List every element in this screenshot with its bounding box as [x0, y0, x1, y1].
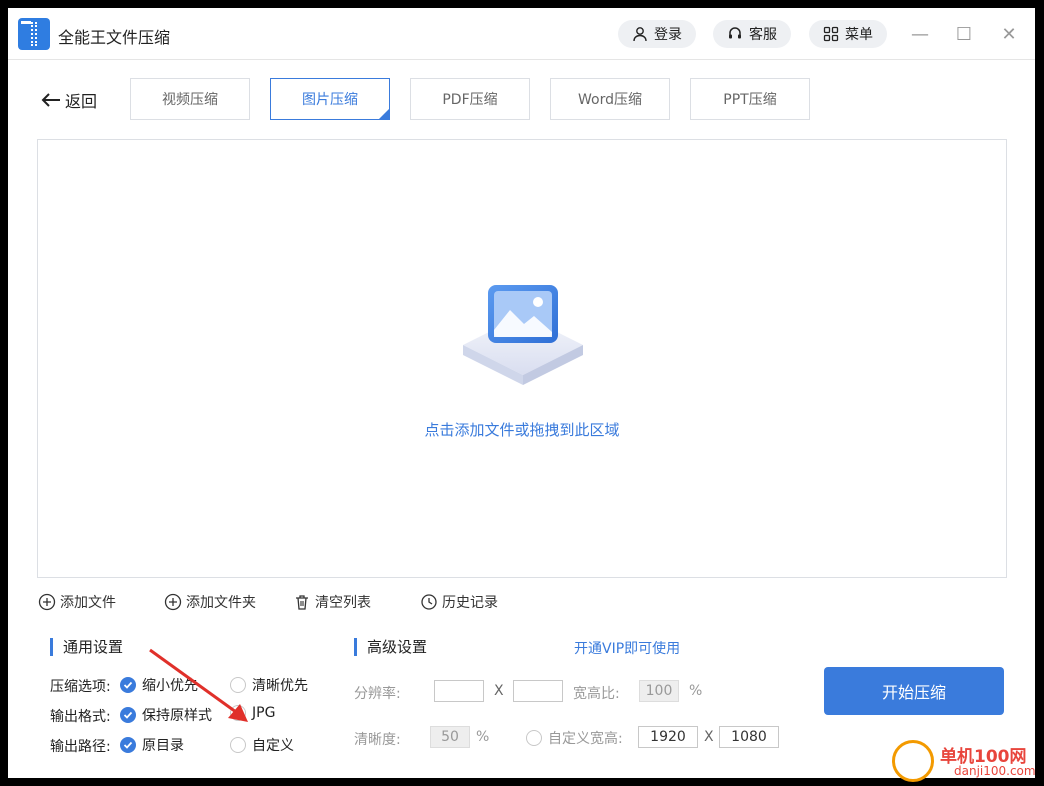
radio-icon	[230, 705, 246, 721]
general-settings-title: 通用设置	[50, 638, 123, 656]
history-button[interactable]: 历史记录	[420, 592, 498, 612]
radio-icon	[526, 730, 542, 746]
watermark-logo-icon	[892, 740, 934, 782]
support-label: 客服	[749, 27, 777, 43]
site-watermark: 单机100网 danji100.com	[892, 740, 1042, 784]
check-icon	[120, 737, 136, 753]
trash-icon	[296, 595, 308, 610]
plus-circle-icon	[164, 593, 182, 611]
compress-clarity-label: 清晰优先	[252, 678, 308, 694]
dropzone-hint: 点击添加文件或拖拽到此区域	[424, 421, 620, 439]
aspect-ratio-field[interactable]: 100	[639, 680, 679, 702]
file-dropzone[interactable]: 点击添加文件或拖拽到此区域	[37, 139, 1007, 578]
path-original-option[interactable]: 原目录	[120, 735, 184, 755]
compress-smaller-label: 缩小优先	[142, 678, 198, 694]
check-icon	[120, 707, 136, 723]
title-bar: 全能王文件压缩 登录 客服 菜单 — ☐ ✕	[8, 8, 1035, 60]
vip-link[interactable]: 开通VIP即可使用	[574, 638, 680, 658]
clarity-field[interactable]: 50	[430, 726, 470, 748]
grid-menu-icon	[823, 26, 839, 42]
add-file-label: 添加文件	[60, 595, 116, 611]
menu-label: 菜单	[845, 27, 873, 43]
path-custom-label: 自定义	[252, 738, 294, 754]
custom-size-label: 自定义宽高:	[548, 731, 623, 747]
start-compress-button[interactable]: 开始压缩	[824, 667, 1004, 715]
app-window: 全能王文件压缩 登录 客服 菜单 — ☐ ✕ 返回 视频压缩 图片压缩 PDF压…	[8, 8, 1035, 778]
custom-width-field[interactable]: 1920	[638, 726, 698, 748]
back-button[interactable]: 返回	[41, 88, 97, 112]
plus-circle-icon	[38, 593, 56, 611]
clear-list-button[interactable]: 清空列表	[293, 592, 371, 612]
output-path-label: 输出路径:	[50, 739, 111, 755]
path-custom-option[interactable]: 自定义	[230, 735, 294, 755]
aspect-ratio-percent: %	[689, 683, 703, 699]
advanced-settings-title: 高级设置	[354, 638, 427, 656]
custom-size-option[interactable]: 自定义宽高:	[526, 728, 623, 748]
menu-button[interactable]: 菜单	[809, 20, 887, 48]
check-icon	[120, 677, 136, 693]
history-label: 历史记录	[442, 595, 498, 611]
add-folder-button[interactable]: 添加文件夹	[164, 592, 256, 612]
clarity-label: 清晰度:	[354, 732, 401, 748]
user-icon	[633, 27, 647, 42]
format-jpg-label: JPG	[252, 705, 276, 721]
custom-height-field[interactable]: 1080	[719, 726, 779, 748]
tab-word[interactable]: Word压缩	[550, 78, 670, 120]
format-jpg-option[interactable]: JPG	[230, 705, 275, 721]
history-icon	[421, 594, 437, 610]
tab-image[interactable]: 图片压缩	[270, 78, 390, 120]
headset-icon	[729, 27, 741, 39]
radio-icon	[230, 737, 246, 753]
maximize-button[interactable]: ☐	[952, 22, 976, 46]
custom-size-x-sep: X	[704, 729, 714, 745]
resolution-x-sep: X	[494, 683, 504, 699]
resolution-width-field[interactable]	[434, 680, 484, 702]
back-label: 返回	[65, 92, 98, 111]
compress-option-label: 压缩选项:	[50, 679, 111, 695]
add-file-button[interactable]: 添加文件	[38, 592, 116, 612]
compress-clarity-option[interactable]: 清晰优先	[230, 675, 308, 695]
clarity-percent: %	[476, 729, 490, 745]
tab-pdf[interactable]: PDF压缩	[410, 78, 530, 120]
aspect-ratio-label: 宽高比:	[573, 686, 620, 702]
minimize-button[interactable]: —	[908, 22, 932, 46]
app-title: 全能王文件压缩	[58, 28, 171, 47]
add-folder-label: 添加文件夹	[186, 595, 256, 611]
login-button[interactable]: 登录	[618, 20, 696, 48]
app-logo-icon	[18, 18, 50, 50]
close-button[interactable]: ✕	[997, 22, 1021, 46]
radio-icon	[230, 677, 246, 693]
resolution-height-field[interactable]	[513, 680, 563, 702]
format-keep-label: 保持原样式	[142, 708, 212, 724]
output-format-label: 输出格式:	[50, 709, 111, 725]
tab-ppt[interactable]: PPT压缩	[690, 78, 810, 120]
clear-list-label: 清空列表	[315, 595, 371, 611]
tab-video[interactable]: 视频压缩	[130, 78, 250, 120]
login-label: 登录	[654, 27, 682, 43]
path-original-label: 原目录	[142, 738, 184, 754]
watermark-subtext: danji100.com	[954, 764, 1036, 778]
compress-smaller-option[interactable]: 缩小优先	[120, 675, 198, 695]
arrow-left-icon	[41, 93, 60, 107]
support-button[interactable]: 客服	[713, 20, 791, 48]
resolution-label: 分辨率:	[354, 686, 401, 702]
image-upload-icon	[463, 285, 583, 385]
format-keep-option[interactable]: 保持原样式	[120, 705, 212, 725]
tab-row: 返回 视频压缩 图片压缩 PDF压缩 Word压缩 PPT压缩	[8, 78, 1035, 120]
